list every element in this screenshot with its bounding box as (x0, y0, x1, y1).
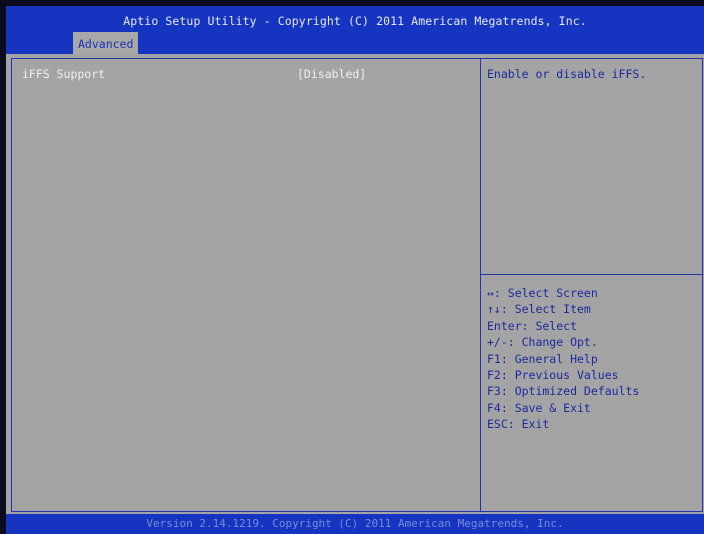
key-legend-item: F4: Save & Exit (487, 400, 591, 415)
key-legend-item: F3: Optimized Defaults (487, 384, 640, 399)
key-legend-item: ↑↓: Select Item (487, 302, 591, 317)
key-legend-item: F2: Previous Values (487, 367, 619, 382)
footer-version-text: Version 2.14.1219. Copyright (C) 2011 Am… (146, 517, 564, 530)
main-panel: iFFS Support [Disabled] Enable or disabl… (6, 54, 704, 514)
key-legend-item: ESC: Exit (487, 417, 550, 432)
column-divider (480, 58, 481, 512)
help-divider (480, 274, 703, 275)
key-legend-item: F1: General Help (487, 351, 598, 366)
key-legend: ↔: Select Screen ↑↓: Select Item Enter: … (487, 285, 639, 433)
bios-setup-screen: Aptio Setup Utility - Copyright (C) 2011… (0, 0, 704, 534)
setting-name-iffs-support[interactable]: iFFS Support (22, 67, 105, 81)
key-legend-item: ↔: Select Screen (487, 286, 598, 300)
setting-value-iffs-support[interactable]: [Disabled] (297, 67, 366, 81)
tab-advanced[interactable]: Advanced (73, 32, 139, 54)
header-title: Aptio Setup Utility - Copyright (C) 2011… (123, 14, 587, 28)
key-legend-item: +/-: Change Opt. (487, 335, 598, 350)
footer-bar: Version 2.14.1219. Copyright (C) 2011 Am… (6, 514, 704, 534)
header-bar: Aptio Setup Utility - Copyright (C) 2011… (6, 6, 704, 54)
help-description: Enable or disable iFFS. (487, 67, 647, 81)
key-legend-item: Enter: Select (487, 318, 578, 333)
